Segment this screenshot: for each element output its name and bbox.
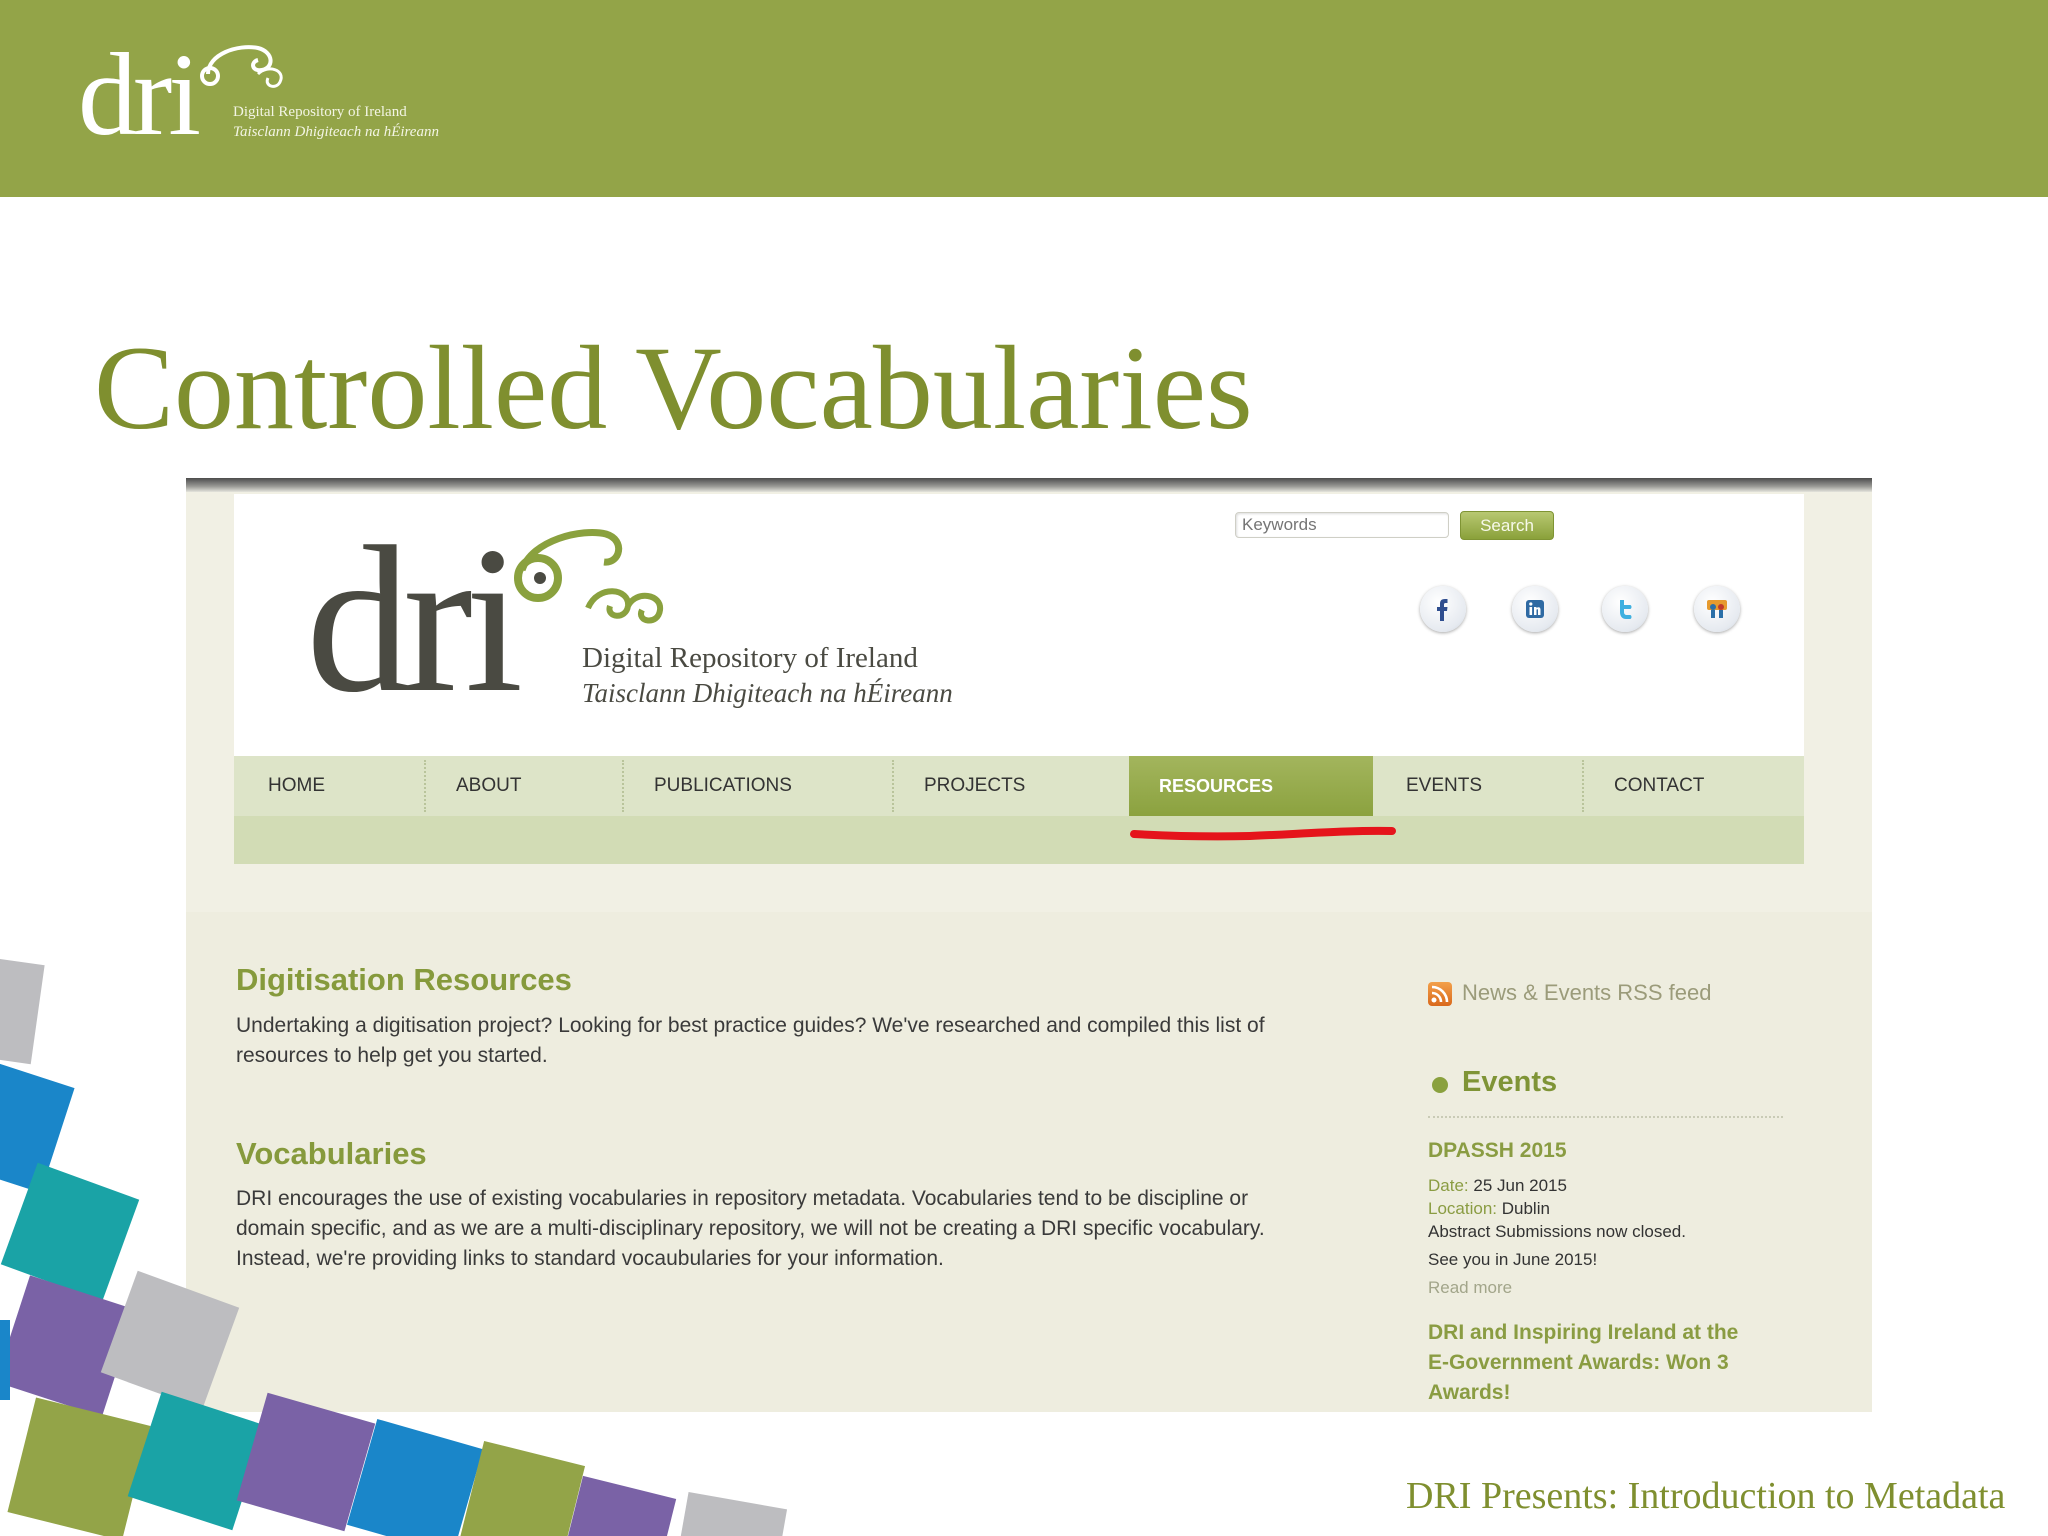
twitter-button[interactable] bbox=[1602, 586, 1648, 632]
nav-separator bbox=[622, 760, 624, 812]
slideshare-icon bbox=[1707, 600, 1727, 618]
screenshot-top-shadow bbox=[186, 478, 1872, 492]
rss-icon bbox=[1428, 982, 1452, 1006]
slide-footer: DRI Presents: Introduction to Metadata bbox=[1406, 1475, 2006, 1517]
decorative-squares bbox=[0, 955, 788, 1536]
banner-logo-line1: Digital Repository of Ireland bbox=[233, 104, 407, 120]
event-location-label: Location: bbox=[1428, 1199, 1497, 1218]
events-divider bbox=[1428, 1116, 1783, 1118]
search-input[interactable] bbox=[1235, 512, 1449, 538]
twitter-icon bbox=[1620, 600, 1632, 619]
banner-logo-word: dri bbox=[78, 29, 201, 160]
event-date-label: Date: bbox=[1428, 1176, 1469, 1195]
nav-substrip bbox=[234, 816, 1804, 864]
event-location-value: Dublin bbox=[1501, 1199, 1550, 1218]
site-logo-name-ga: Taisclann Dhigiteach na hÉireann bbox=[582, 678, 953, 708]
event-title-dpassh[interactable]: DPASSH 2015 bbox=[1428, 1136, 1567, 1166]
event-title-egov-awards[interactable]: DRI and Inspiring Ireland at the E-Gover… bbox=[1428, 1318, 1758, 1408]
event-date-value: 25 Jun 2015 bbox=[1473, 1176, 1567, 1195]
site-logo[interactable]: dri Digital Repository of Ireland Taiscl… bbox=[306, 504, 953, 736]
main-nav: HOME ABOUT PUBLICATIONS PROJECTS RESOURC… bbox=[234, 756, 1804, 864]
events-heading: Events bbox=[1462, 1066, 1558, 1098]
rss-feed-link[interactable]: News & Events RSS feed bbox=[1462, 980, 1711, 1006]
event-read-more-link[interactable]: Read more bbox=[1428, 1278, 1512, 1298]
linkedin-icon bbox=[1526, 600, 1544, 618]
slideshare-button[interactable] bbox=[1694, 586, 1740, 632]
nav-about[interactable]: ABOUT bbox=[456, 756, 521, 816]
nav-contact[interactable]: CONTACT bbox=[1614, 756, 1704, 816]
logo-swirl-icon bbox=[200, 45, 283, 88]
facebook-button[interactable] bbox=[1420, 586, 1466, 632]
site-logo-swirl-icon bbox=[514, 529, 663, 624]
nav-publications[interactable]: PUBLICATIONS bbox=[654, 756, 792, 816]
slide-title: Controlled Vocabularies bbox=[94, 321, 1253, 454]
nav-home[interactable]: HOME bbox=[268, 756, 325, 816]
event-date: Date: 25 Jun 2015 bbox=[1428, 1176, 1567, 1196]
events-bullet-icon bbox=[1432, 1077, 1448, 1093]
facebook-icon bbox=[1437, 599, 1448, 621]
event-note: Abstract Submissions now closed. bbox=[1428, 1222, 1686, 1241]
event-note: See you in June 2015! bbox=[1428, 1250, 1598, 1269]
nav-separator bbox=[424, 760, 426, 812]
nav-projects[interactable]: PROJECTS bbox=[924, 756, 1025, 816]
banner-logo-line2: Taisclann Dhigiteach na hÉireann bbox=[233, 124, 439, 140]
site-logo-name-en: Digital Repository of Ireland bbox=[582, 642, 918, 674]
slide-banner: dri Digital Repository of Ireland Taiscl… bbox=[0, 0, 2048, 197]
nav-events[interactable]: EVENTS bbox=[1406, 756, 1482, 816]
linkedin-button[interactable] bbox=[1512, 586, 1558, 632]
nav-separator bbox=[1582, 760, 1584, 812]
red-highlight-underline bbox=[1130, 826, 1396, 841]
site-logo-word: dri bbox=[306, 504, 523, 736]
event-location: Location: Dublin bbox=[1428, 1199, 1550, 1219]
nav-separator bbox=[892, 760, 894, 812]
search-button[interactable]: Search bbox=[1460, 511, 1554, 540]
nav-resources[interactable]: RESOURCES bbox=[1129, 756, 1373, 816]
